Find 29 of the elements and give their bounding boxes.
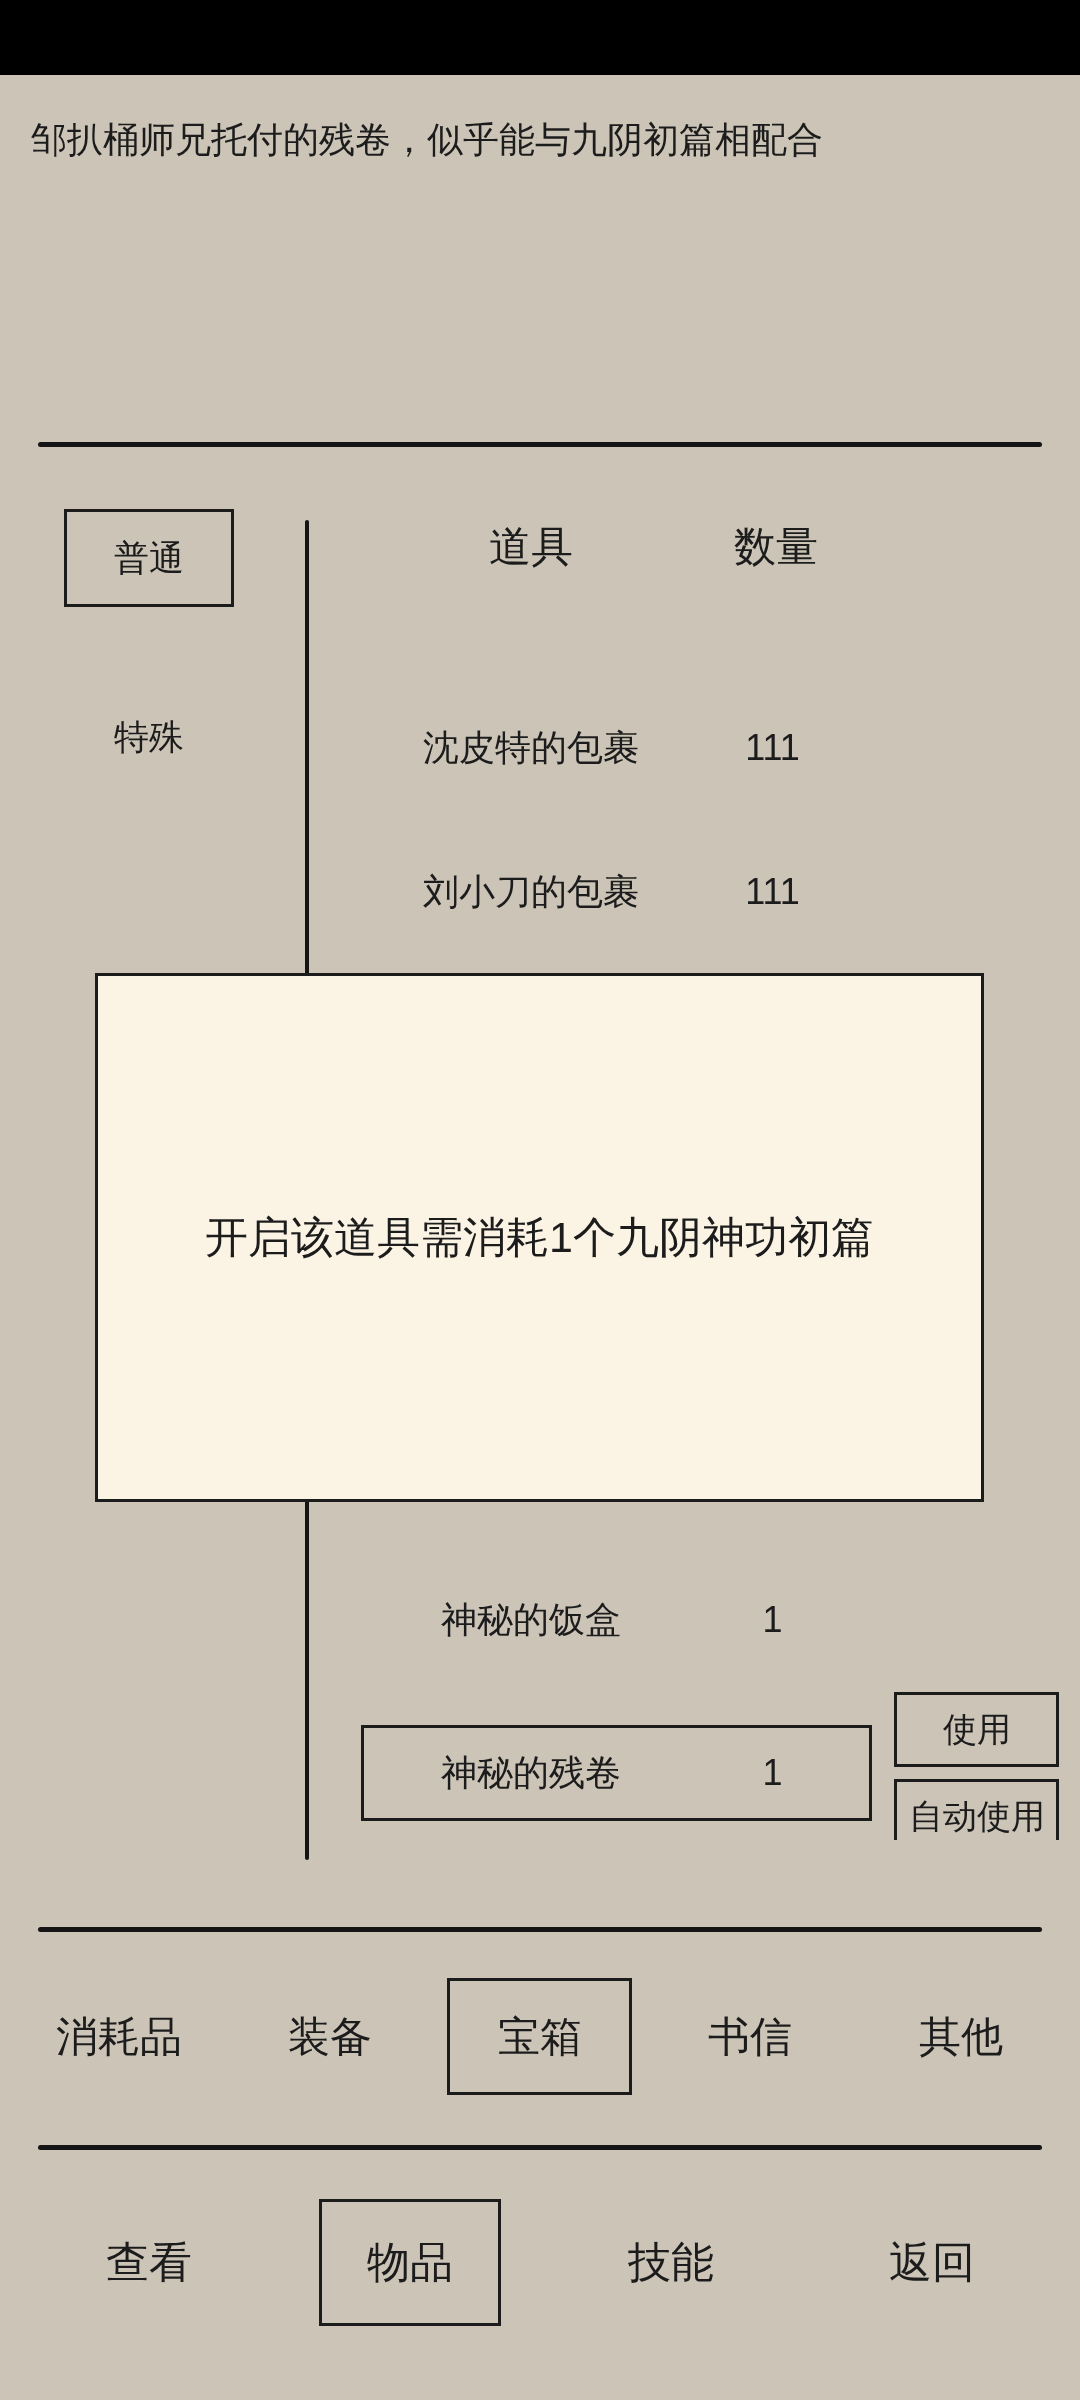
item-name: 神秘的饭盒 <box>440 1598 622 1642</box>
item-row[interactable]: 神秘的饭盒 1 <box>361 1572 872 1668</box>
nav-tab[interactable]: 技能 <box>579 2199 762 2326</box>
item-count: 1 <box>761 1751 784 1795</box>
item-count: 111 <box>744 726 801 770</box>
category-tab[interactable]: 消耗品 <box>26 1978 212 2095</box>
category-tab[interactable]: 宝箱 <box>447 1978 633 2095</box>
category-tab[interactable]: 其他 <box>868 1978 1054 2095</box>
action-button[interactable]: 使用 <box>894 1692 1059 1767</box>
item-name: 神秘的残卷 <box>440 1751 622 1795</box>
side-tab[interactable]: 特殊 <box>64 688 234 786</box>
category-tab[interactable]: 书信 <box>657 1978 843 2095</box>
side-tab[interactable]: 普通 <box>64 509 234 607</box>
item-name: 沈皮特的包裹 <box>422 726 640 770</box>
item-count: 111 <box>744 870 801 914</box>
nav-tab[interactable]: 返回 <box>840 2199 1023 2326</box>
action-button[interactable]: 自动使用 <box>894 1779 1059 1840</box>
nav-tab[interactable]: 物品 <box>318 2199 501 2326</box>
popup-message: 开启该道具需消耗1个九阴神功初篇 <box>205 1212 874 1264</box>
description-text: 邹扒桶师兄托付的残卷，似乎能与九阴初篇相配合 <box>31 118 823 162</box>
column-header: 数量 <box>732 521 819 572</box>
nav-tab[interactable]: 查看 <box>57 2199 240 2326</box>
item-row[interactable]: 刘小刀的包裹 111 <box>361 844 872 940</box>
item-row[interactable]: 沈皮特的包裹 111 <box>361 700 872 796</box>
column-header: 道具 <box>488 521 574 572</box>
item-row[interactable]: 神秘的残卷 1 <box>361 1725 872 1821</box>
item-count: 1 <box>761 1598 784 1642</box>
category-tab[interactable]: 装备 <box>237 1978 423 2095</box>
item-name: 刘小刀的包裹 <box>422 870 640 914</box>
